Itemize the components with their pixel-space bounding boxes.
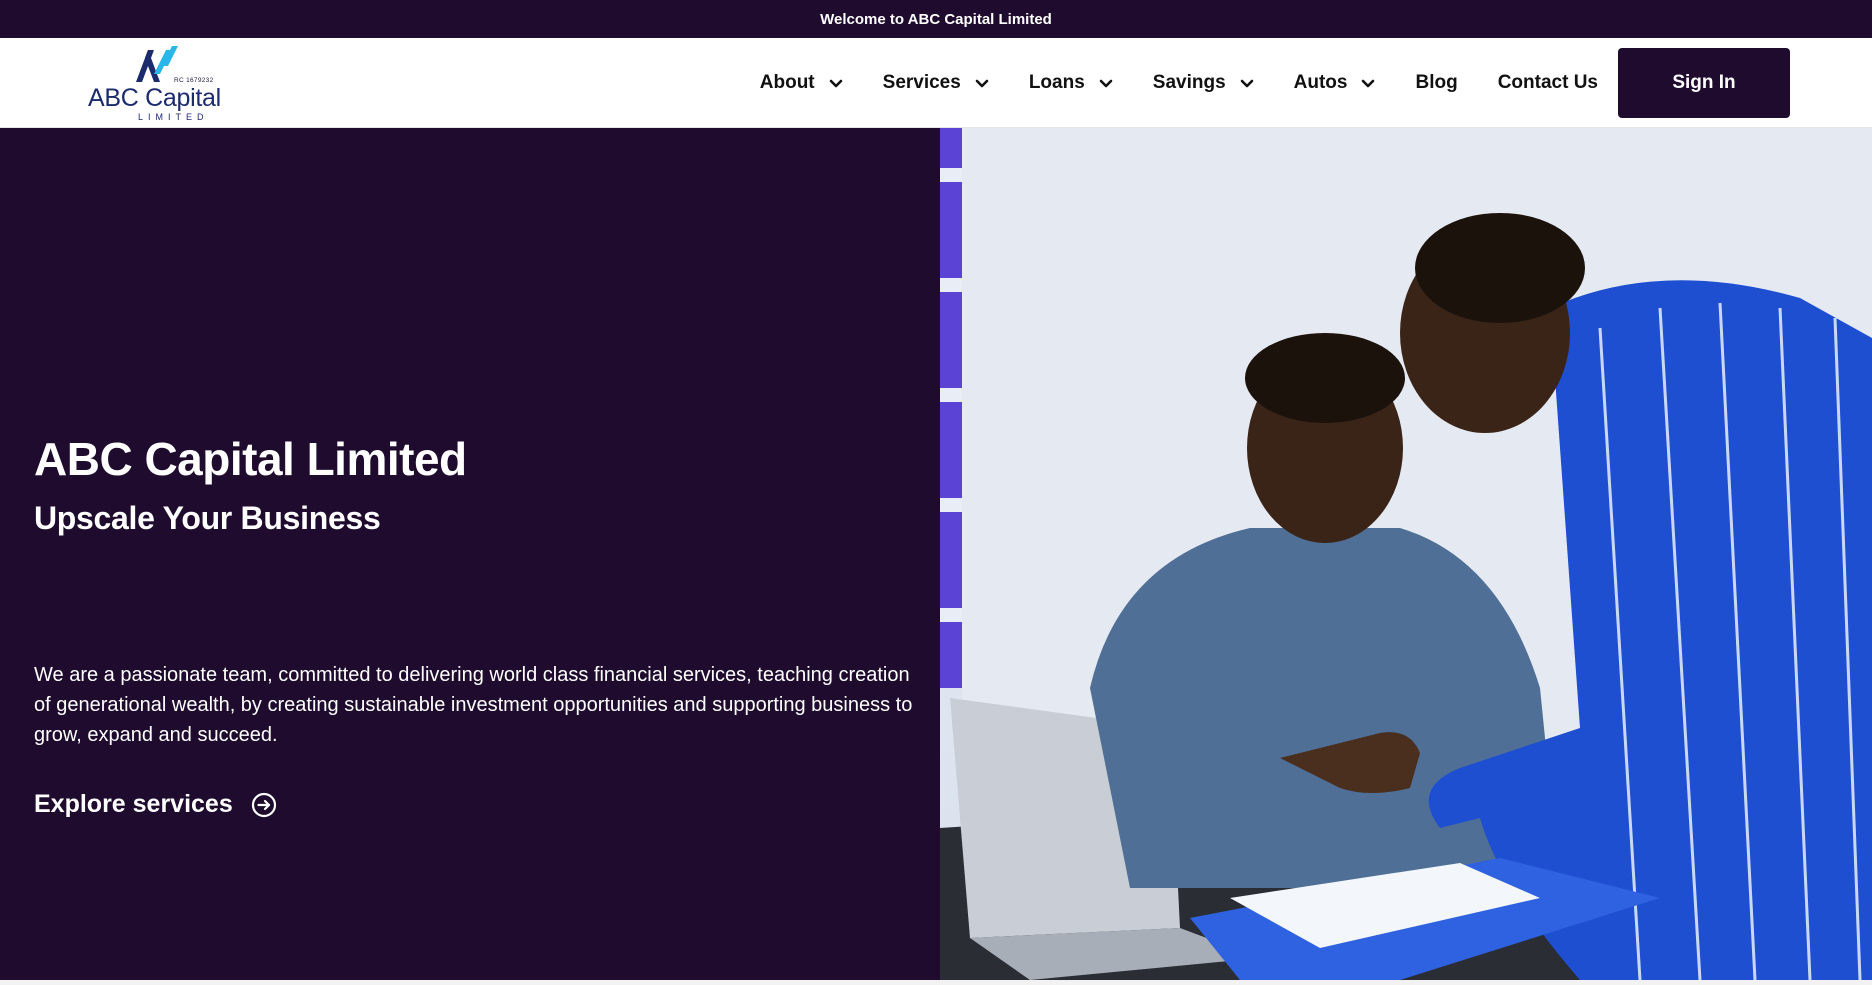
nav-item-label: Contact Us <box>1497 72 1598 93</box>
nav-item-loans[interactable]: Loans <box>1029 72 1113 94</box>
logo-subtitle: LIMITED <box>138 112 209 122</box>
nav-item-label: Loans <box>1028 72 1085 93</box>
hero-description: We are a passionate team, committed to d… <box>34 664 913 746</box>
nav-item-label: Savings <box>1152 72 1226 93</box>
hero-photo <box>940 128 1872 980</box>
logo[interactable]: RC 1679232 ABC Capital LIMITED <box>86 44 222 124</box>
chevron-down-icon <box>1240 79 1254 88</box>
explore-services-link[interactable]: Explore services <box>34 790 277 819</box>
nav-item-contact-us[interactable]: Contact Us <box>1498 72 1598 94</box>
logo-name: ABC Capital <box>88 84 221 112</box>
nav-item-label: Services <box>882 72 961 93</box>
arrow-right-circle-icon <box>251 792 277 818</box>
chevron-down-icon <box>829 79 843 88</box>
page-bottom-edge <box>0 980 1872 985</box>
sign-in-button[interactable]: Sign In <box>1618 48 1790 118</box>
explore-services-label: Explore services <box>34 790 233 818</box>
hero-title: ABC Capital Limited <box>34 433 467 485</box>
site-header: RC 1679232 ABC Capital LIMITED About Ser… <box>0 38 1872 128</box>
nav-item-label: Blog <box>1415 72 1458 93</box>
office-scene-image <box>940 128 1872 980</box>
logo-mark-icon <box>136 46 178 82</box>
nav-item-label: About <box>759 72 815 93</box>
chevron-down-icon <box>1099 79 1113 88</box>
welcome-bar: Welcome to ABC Capital Limited <box>0 0 1872 38</box>
hero-panel: ABC Capital Limited Upscale Your Busines… <box>0 128 940 980</box>
nav-item-savings[interactable]: Savings <box>1153 72 1254 94</box>
logo-registration: RC 1679232 <box>174 77 214 84</box>
nav-item-label: Autos <box>1293 72 1348 93</box>
hero-subtitle: Upscale Your Business <box>34 500 381 536</box>
nav-item-services[interactable]: Services <box>883 72 989 94</box>
nav-item-autos[interactable]: Autos <box>1294 72 1376 94</box>
nav-item-about[interactable]: About <box>760 72 843 94</box>
chevron-down-icon <box>1361 79 1375 88</box>
main-nav: About Services Loans Savings Autos Blog … <box>720 48 1790 118</box>
chevron-down-icon <box>975 79 989 88</box>
welcome-text: Welcome to ABC Capital Limited <box>820 10 1052 28</box>
nav-item-blog[interactable]: Blog <box>1415 72 1457 94</box>
